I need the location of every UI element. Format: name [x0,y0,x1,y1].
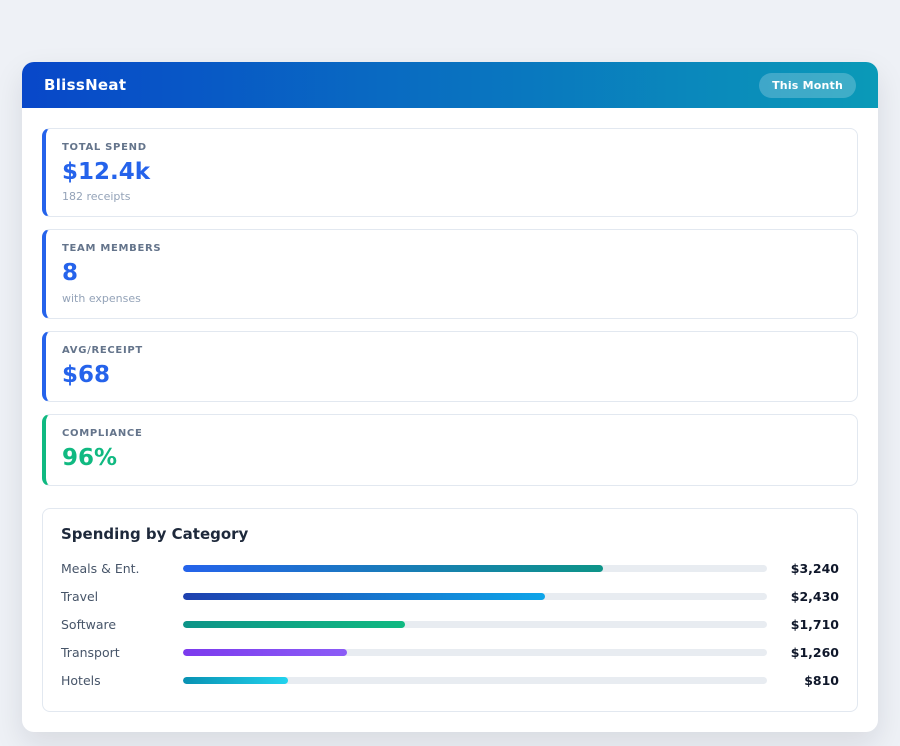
stat-label: TOTAL SPEND [62,142,841,153]
category-label: Transport [61,645,183,660]
category-label: Travel [61,589,183,604]
category-row: Software $1,710 [61,611,839,639]
stats-section: TOTAL SPEND $12.4k 182 receipts TEAM MEM… [22,108,878,486]
category-bar-fill [183,593,545,600]
stat-card: TOTAL SPEND $12.4k 182 receipts [42,128,858,217]
category-bar-track [183,677,767,684]
category-bar-track [183,621,767,628]
stat-card: TEAM MEMBERS 8 with expenses [42,229,858,318]
category-label: Software [61,617,183,632]
stat-card: COMPLIANCE 96% [42,414,858,485]
category-value: $1,710 [767,617,839,632]
category-bar-track [183,593,767,600]
category-row: Transport $1,260 [61,639,839,667]
category-row: Meals & Ent. $3,240 [61,555,839,583]
category-bar-fill [183,565,603,572]
category-value: $1,260 [767,645,839,660]
category-label: Meals & Ent. [61,561,183,576]
category-bar-track [183,649,767,656]
period-badge[interactable]: This Month [759,73,856,98]
stat-value: 96% [62,445,841,471]
stat-label: TEAM MEMBERS [62,243,841,254]
stat-value: $12.4k [62,159,841,185]
category-bar-track [183,565,767,572]
stat-value: $68 [62,362,841,388]
app-header: BlissNeat This Month [22,62,878,108]
category-row: Travel $2,430 [61,583,839,611]
category-card-title: Spending by Category [61,525,839,543]
category-value: $2,430 [767,589,839,604]
category-bar-fill [183,677,288,684]
stat-label: AVG/RECEIPT [62,345,841,356]
category-row: Hotels $810 [61,667,839,695]
stat-sub: with expenses [62,292,841,305]
stat-label: COMPLIANCE [62,428,841,439]
stat-sub: 182 receipts [62,190,841,203]
stat-value: 8 [62,260,841,286]
category-value: $810 [767,673,839,688]
category-bar-fill [183,649,347,656]
expense-dashboard-card: BlissNeat This Month TOTAL SPEND $12.4k … [22,62,878,732]
category-value: $3,240 [767,561,839,576]
category-label: Hotels [61,673,183,688]
app-title: BlissNeat [44,76,126,94]
category-bar-fill [183,621,405,628]
spending-by-category-card: Spending by Category Meals & Ent. $3,240… [42,508,858,712]
stat-card: AVG/RECEIPT $68 [42,331,858,402]
